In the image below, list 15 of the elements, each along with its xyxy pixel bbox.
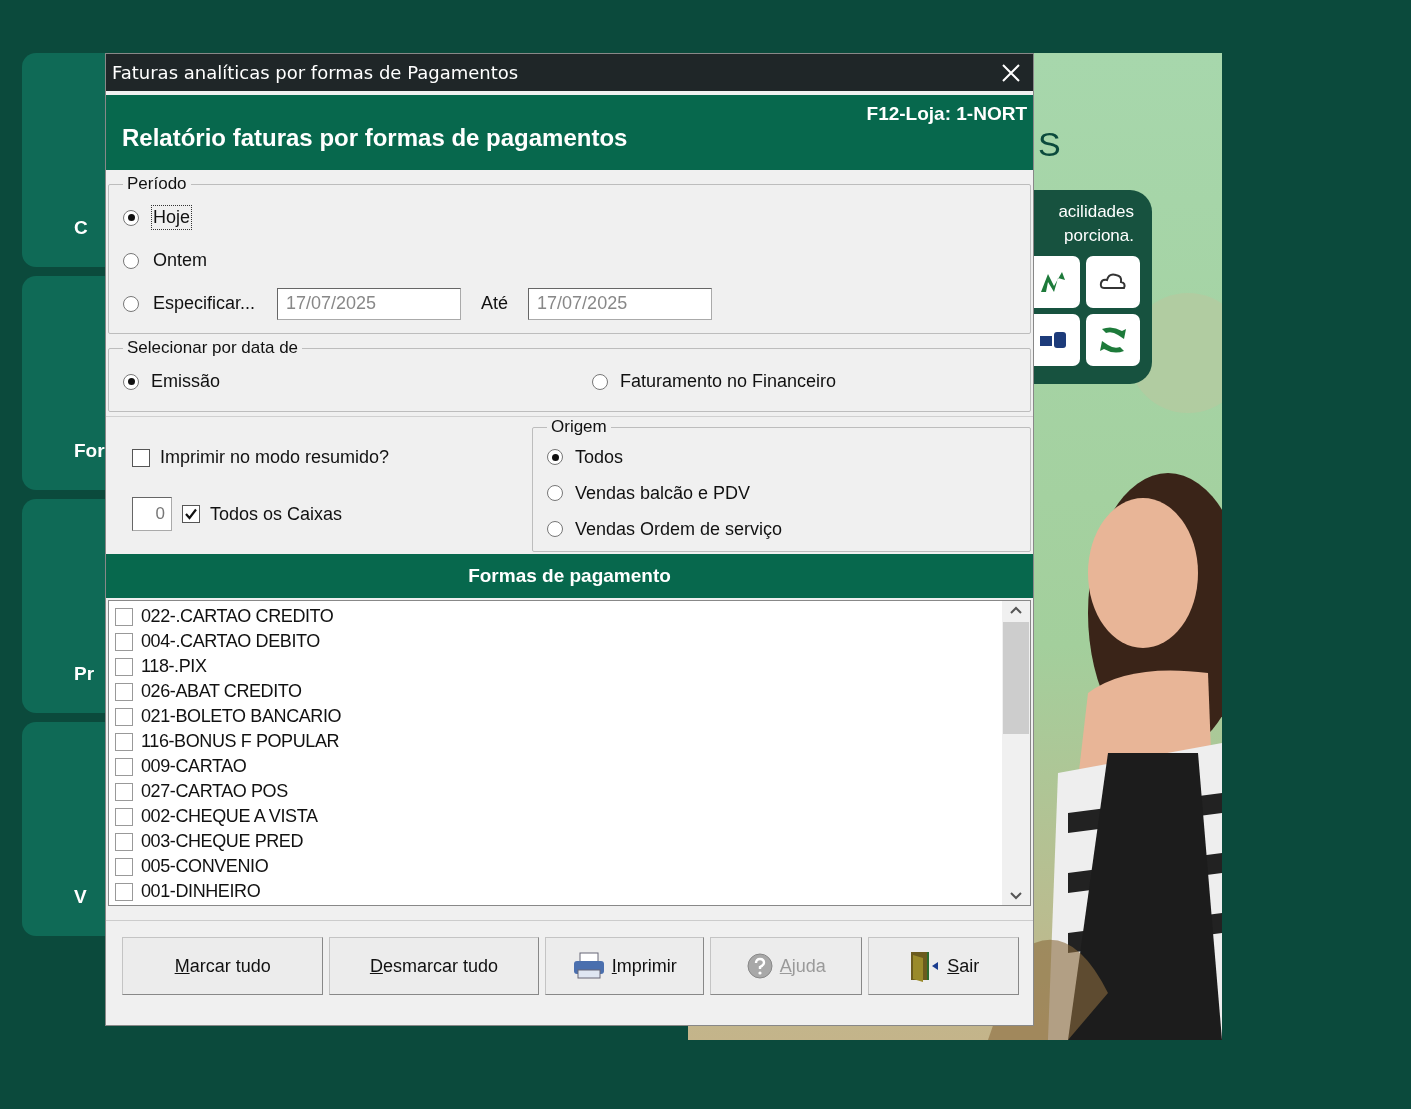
report-title: Relatório faturas por formas de pagamentos bbox=[122, 123, 628, 152]
promo-text: porciona. bbox=[1064, 225, 1134, 247]
field-label: Até bbox=[481, 293, 509, 314]
tile-label: V bbox=[74, 886, 87, 908]
logo-text: S bbox=[1038, 125, 1061, 164]
group-label: Selecionar por data de bbox=[126, 338, 300, 358]
store-label: F12-Loja: 1-NORT bbox=[866, 103, 1027, 125]
group-label: Origem bbox=[550, 417, 608, 437]
section-title: Formas de pagamento bbox=[468, 565, 671, 587]
promo-text: acilidades bbox=[1058, 201, 1134, 223]
tile-label: For bbox=[74, 440, 105, 462]
tile-label: C bbox=[74, 217, 88, 239]
group-label: Período bbox=[126, 174, 188, 194]
tile-label: Pr bbox=[74, 663, 95, 685]
window-title: Faturas analíticas por formas de Pagamentos bbox=[112, 62, 519, 83]
